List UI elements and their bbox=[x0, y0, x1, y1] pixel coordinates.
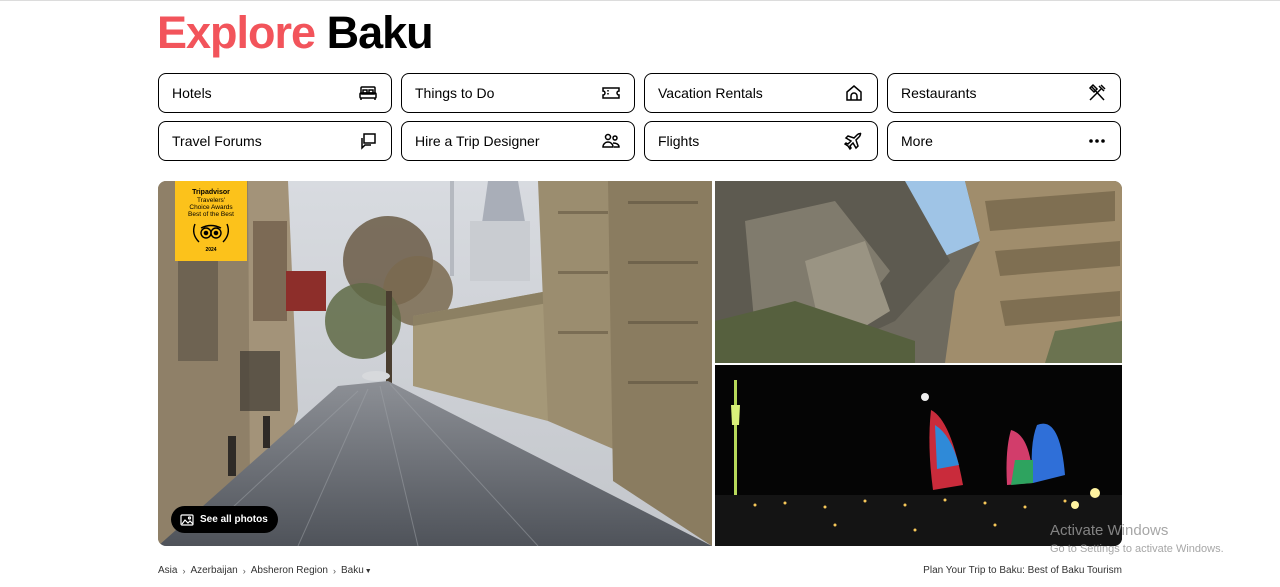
breadcrumb-absheron-region[interactable]: Absheron Region bbox=[251, 565, 328, 576]
breadcrumb: Asia › Azerbaijan › Absheron Region › Ba… bbox=[158, 565, 372, 576]
bed-icon bbox=[358, 83, 378, 103]
nav-travel-forums-label: Travel Forums bbox=[172, 133, 262, 149]
photo-gallery: Tripadvisor Travelers' Choice Awards Bes… bbox=[158, 181, 1122, 546]
nav-more-button[interactable]: More bbox=[887, 121, 1121, 161]
watermark-line2: Go to Settings to activate Windows. bbox=[1050, 543, 1224, 555]
owl-laurel-icon bbox=[189, 220, 233, 246]
nav-travel-forums-button[interactable]: Travel Forums bbox=[158, 121, 392, 161]
page-title-explore: Explore bbox=[157, 7, 316, 58]
breadcrumb-separator: › bbox=[242, 565, 246, 576]
watermark-line1: Activate Windows bbox=[1050, 522, 1169, 539]
nav-things-to-do-button[interactable]: Things to Do bbox=[401, 73, 635, 113]
main-photo-old-city-street[interactable]: Tripadvisor Travelers' Choice Awards Bes… bbox=[158, 181, 712, 546]
breadcrumb-separator: › bbox=[182, 565, 186, 576]
award-line2: Choice Awards bbox=[189, 204, 233, 211]
more-dots-icon bbox=[1087, 131, 1107, 151]
photo-flame-towers-night[interactable] bbox=[715, 365, 1122, 546]
plane-icon bbox=[844, 131, 864, 151]
ticket-icon bbox=[601, 83, 621, 103]
people-icon bbox=[601, 131, 621, 151]
breadcrumb-baku-label: Baku bbox=[341, 565, 364, 576]
nav-vacation-rentals-button[interactable]: Vacation Rentals bbox=[644, 73, 878, 113]
plan-trip-text: Plan Your Trip to Baku: Best of Baku Tou… bbox=[923, 565, 1122, 576]
top-divider bbox=[0, 0, 1280, 1]
breadcrumb-azerbaijan[interactable]: Azerbaijan bbox=[190, 565, 237, 576]
nav-things-to-do-label: Things to Do bbox=[415, 85, 495, 101]
page-title-city: Baku bbox=[326, 7, 434, 58]
nav-restaurants-label: Restaurants bbox=[901, 85, 977, 101]
caret-down-icon: ▼ bbox=[364, 568, 372, 575]
nav-hotels-label: Hotels bbox=[172, 85, 212, 101]
nav-vacation-rentals-label: Vacation Rentals bbox=[658, 85, 763, 101]
house-icon bbox=[844, 83, 864, 103]
nav-flights-button[interactable]: Flights bbox=[644, 121, 878, 161]
award-brand: Tripadvisor bbox=[192, 189, 230, 196]
award-line1: Travelers' bbox=[196, 197, 226, 204]
nav-more-label: More bbox=[901, 133, 933, 149]
see-all-photos-label: See all photos bbox=[200, 514, 268, 525]
image-icon bbox=[180, 513, 194, 526]
nav-hire-trip-designer-button[interactable]: Hire a Trip Designer bbox=[401, 121, 635, 161]
nav-hotels-button[interactable]: Hotels bbox=[158, 73, 392, 113]
nav-hire-trip-designer-label: Hire a Trip Designer bbox=[415, 133, 540, 149]
nav-restaurants-button[interactable]: Restaurants bbox=[887, 73, 1121, 113]
travelers-choice-badge: Tripadvisor Travelers' Choice Awards Bes… bbox=[175, 181, 247, 261]
category-nav: Hotels Things to Do Vacation Rentals Res… bbox=[158, 73, 1122, 161]
breadcrumb-asia[interactable]: Asia bbox=[158, 565, 177, 576]
photo-rock-formation[interactable] bbox=[715, 181, 1122, 363]
windows-activation-watermark: Activate Windows Go to Settings to activ… bbox=[1050, 522, 1224, 556]
breadcrumb-baku[interactable]: Baku▼ bbox=[341, 565, 372, 576]
award-year: 2024 bbox=[205, 247, 217, 253]
page-title: Explore Baku bbox=[157, 6, 434, 60]
chat-bubbles-icon bbox=[358, 131, 378, 151]
see-all-photos-button[interactable]: See all photos bbox=[171, 506, 278, 533]
breadcrumb-separator: › bbox=[333, 565, 336, 576]
fork-knife-icon bbox=[1087, 83, 1107, 103]
award-line3: Best of the Best bbox=[188, 211, 234, 218]
nav-flights-label: Flights bbox=[658, 133, 700, 149]
